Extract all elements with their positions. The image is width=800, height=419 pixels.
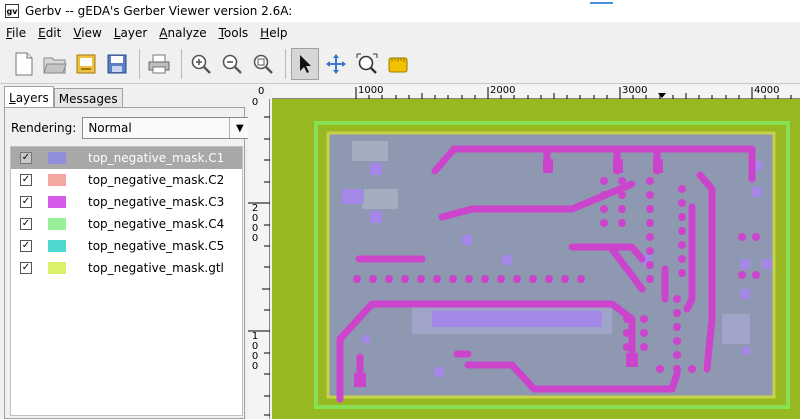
open-folder-icon [43, 57, 67, 73]
toolbar-separator [139, 48, 140, 79]
toolbar [0, 44, 800, 84]
layer-checkbox[interactable]: ✓ [20, 240, 32, 252]
drawing-area: 1000 2000 3000 4000 0 0 2000 1000 [248, 85, 800, 419]
left-panel: Layers Messages Rendering: Normal ▼ ✓ to… [0, 85, 251, 419]
ruler-label: 4000 [754, 85, 780, 96]
rendering-label: Rendering: [11, 121, 77, 135]
zoom-fit-button[interactable] [249, 48, 277, 80]
layer-checkbox[interactable]: ✓ [20, 196, 32, 208]
menu-edit[interactable]: Edit [32, 26, 67, 40]
layer-name: top_negative_mask.C3 [88, 195, 225, 209]
layer-list: ✓ top_negative_mask.C1 ✓ top_negative_ma… [10, 146, 243, 416]
ruler-label: 2000 [490, 85, 516, 96]
ruler-label: 2000 [251, 203, 259, 244]
rendering-select[interactable]: Normal ▼ [82, 117, 251, 139]
rendering-value: Normal [88, 121, 132, 135]
print-icon [148, 54, 170, 73]
rendering-row: Rendering: Normal ▼ [11, 117, 251, 139]
menu-layer[interactable]: Layer [108, 26, 153, 40]
zoom-in-icon [191, 54, 211, 74]
save-icon [107, 54, 127, 73]
layer-checkbox[interactable]: ✓ [20, 262, 32, 274]
toolbar-separator [181, 48, 182, 79]
title-bar: gv Gerbv -- gEDA's Gerber Viewer version… [0, 0, 800, 22]
chevron-down-icon[interactable]: ▼ [229, 118, 249, 138]
measure-button[interactable] [384, 48, 412, 80]
pan-button[interactable] [322, 48, 350, 80]
menu-analyze[interactable]: Analyze [153, 26, 212, 40]
measure-icon [388, 57, 408, 72]
layer-color-swatch[interactable] [48, 152, 66, 164]
ruler-label: 3000 [622, 85, 648, 96]
menu-file[interactable]: File [0, 26, 32, 40]
vertical-ruler: 0 2000 1000 [248, 97, 270, 419]
zoom-out-button[interactable] [218, 48, 246, 80]
layer-name: top_negative_mask.C1 [88, 151, 225, 165]
menu-tools[interactable]: Tools [213, 26, 255, 40]
menu-bar: File Edit View Layer Analyze Tools Help [0, 22, 800, 44]
zoom-out-icon [222, 54, 242, 74]
layer-row[interactable]: ✓ top_negative_mask.C2 [11, 169, 242, 191]
layer-name: top_negative_mask.gtl [88, 261, 224, 275]
toolbar-separator [285, 48, 286, 79]
layer-name: top_negative_mask.C4 [88, 217, 225, 231]
tab-layers[interactable]: Layers [4, 86, 54, 108]
layer-row[interactable]: ✓ top_negative_mask.C1 [11, 147, 242, 169]
menu-help[interactable]: Help [254, 26, 293, 40]
pcb-canvas[interactable] [272, 99, 800, 419]
layer-color-swatch[interactable] [48, 196, 66, 208]
ruler-label: 1000 [251, 331, 259, 372]
layer-row[interactable]: ✓ top_negative_mask.C5 [11, 235, 242, 257]
sidebar-tabs: Layers Messages [4, 86, 123, 108]
layer-row[interactable]: ✓ top_negative_mask.C4 [11, 213, 242, 235]
ruler-label: 1000 [358, 85, 384, 96]
zoom-fit-icon [253, 54, 273, 74]
pan-icon [326, 53, 346, 74]
layer-checkbox[interactable]: ✓ [20, 218, 32, 230]
save-button[interactable] [103, 48, 131, 80]
print-button[interactable] [145, 48, 173, 80]
reload-icon [76, 54, 96, 73]
layer-name: top_negative_mask.C2 [88, 173, 225, 187]
pointer-button[interactable] [291, 47, 319, 80]
reload-button[interactable] [72, 48, 100, 80]
layer-color-swatch[interactable] [48, 218, 66, 230]
ruler-label: 0 [251, 97, 259, 108]
pointer-icon [300, 54, 311, 73]
layer-row[interactable]: ✓ top_negative_mask.C3 [11, 191, 242, 213]
layer-checkbox[interactable]: ✓ [20, 174, 32, 186]
new-file-icon [15, 52, 33, 75]
zoom-area-icon [356, 53, 378, 74]
zoom-area-button[interactable] [353, 48, 381, 80]
layer-color-swatch[interactable] [48, 240, 66, 252]
layers-panel: Rendering: Normal ▼ ✓ top_negative_mask.… [4, 107, 251, 419]
new-file-button[interactable] [10, 48, 38, 80]
title-accent [590, 2, 613, 4]
layer-checkbox[interactable]: ✓ [20, 152, 32, 164]
horizontal-ruler: 1000 2000 3000 4000 [272, 85, 800, 99]
menu-view[interactable]: View [67, 26, 107, 40]
open-folder-button[interactable] [41, 48, 69, 80]
tab-messages[interactable]: Messages [53, 88, 123, 108]
window-title: Gerbv -- gEDA's Gerber Viewer version 2.… [25, 4, 293, 18]
zoom-in-button[interactable] [187, 48, 215, 80]
layer-name: top_negative_mask.C5 [88, 239, 225, 253]
app-icon: gv [5, 4, 19, 18]
layer-row[interactable]: ✓ top_negative_mask.gtl [11, 257, 242, 279]
ruler-origin: 0 [258, 86, 265, 97]
layer-color-swatch[interactable] [48, 174, 66, 186]
layer-color-swatch[interactable] [48, 262, 66, 274]
